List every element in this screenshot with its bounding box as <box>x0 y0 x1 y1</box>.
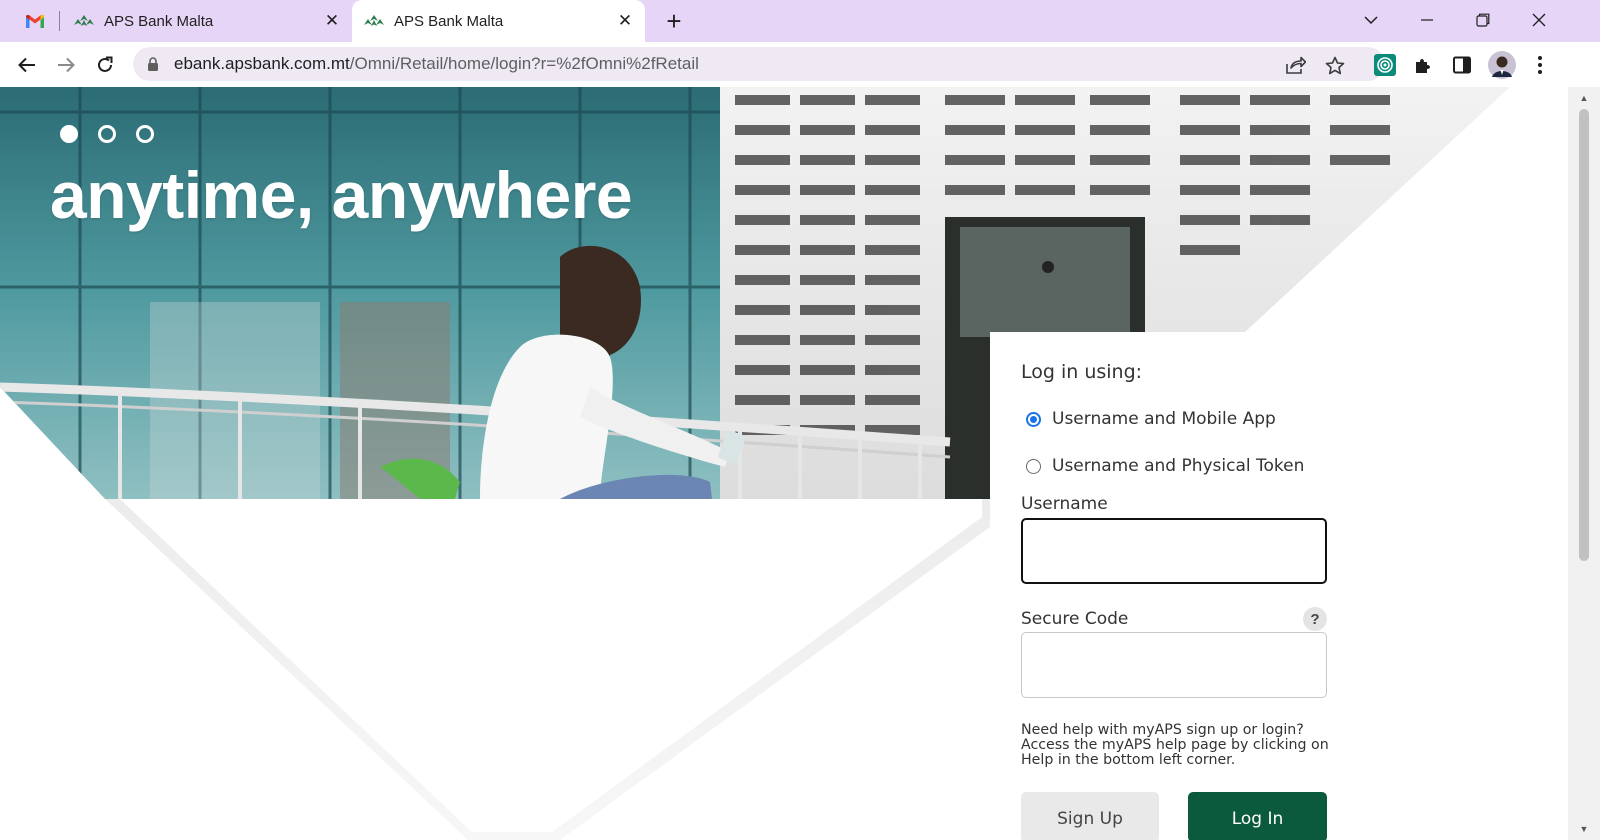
tab-aps-bank-1[interactable]: APS Bank Malta ✕ <box>62 0 352 42</box>
scroll-up-arrow-icon[interactable]: ▲ <box>1578 92 1590 104</box>
lock-icon[interactable] <box>145 55 161 73</box>
address-bar[interactable]: ebank.apsbank.com.mt/Omni/Retail/home/lo… <box>133 47 1385 81</box>
secure-code-input[interactable] <box>1021 632 1327 698</box>
page-content: anytime, anywhere Log in using: Username… <box>0 87 1568 840</box>
radio-label[interactable]: Username and Physical Token <box>1052 456 1304 476</box>
share-icon[interactable] <box>1284 53 1308 77</box>
radio-physical-token[interactable] <box>1026 458 1041 474</box>
tab-search-chevron-icon[interactable] <box>1351 3 1391 37</box>
tab-aps-bank-2[interactable]: APS Bank Malta ✕ <box>352 0 645 42</box>
bookmark-star-icon[interactable] <box>1323 53 1347 77</box>
login-option-mobile-app[interactable]: Username and Mobile App <box>1026 409 1276 429</box>
carousel-dots <box>60 125 154 143</box>
login-card: Log in using: Username and Mobile App Us… <box>990 332 1568 840</box>
radio-label[interactable]: Username and Mobile App <box>1052 409 1276 429</box>
tab-strip: APS Bank Malta ✕ APS Bank Malta ✕ + <box>0 0 1600 42</box>
login-option-physical-token[interactable]: Username and Physical Token <box>1026 456 1304 476</box>
extensions-puzzle-icon[interactable] <box>1408 49 1440 81</box>
radio-mobile-app[interactable] <box>1026 411 1041 427</box>
extension-target-icon[interactable] <box>1369 49 1401 81</box>
sign-up-button[interactable]: Sign Up <box>1021 792 1159 840</box>
username-label: Username <box>1021 494 1108 514</box>
login-card-title: Log in using: <box>1021 361 1143 383</box>
secure-code-label: Secure Code <box>1021 609 1129 629</box>
profile-avatar[interactable] <box>1486 49 1518 81</box>
restore-window-icon[interactable] <box>1463 3 1503 37</box>
forward-arrow-icon[interactable] <box>50 49 82 81</box>
reload-icon[interactable] <box>89 49 121 81</box>
carousel-dot-3[interactable] <box>136 125 154 143</box>
aps-bank-favicon-icon <box>362 9 386 33</box>
back-arrow-icon[interactable] <box>11 49 43 81</box>
carousel-dot-1[interactable] <box>60 125 78 143</box>
close-tab-icon[interactable]: ✕ <box>318 7 346 35</box>
new-tab-button[interactable]: + <box>660 6 688 36</box>
tab-title: APS Bank Malta <box>394 12 504 30</box>
side-panel-icon[interactable] <box>1446 49 1478 81</box>
browser-menu-icon[interactable] <box>1524 49 1556 81</box>
hero-tagline: anytime, anywhere <box>50 158 633 232</box>
aps-bank-favicon-icon <box>72 9 96 33</box>
tab-title: APS Bank Malta <box>104 12 214 30</box>
help-question-icon[interactable]: ? <box>1303 607 1327 631</box>
scrollbar-thumb[interactable] <box>1579 109 1589 561</box>
username-input[interactable] <box>1021 518 1327 584</box>
scroll-down-arrow-icon[interactable]: ▼ <box>1578 823 1590 835</box>
gmail-tab-icon[interactable] <box>18 8 52 34</box>
carousel-dot-2[interactable] <box>98 125 116 143</box>
close-window-icon[interactable] <box>1519 3 1559 37</box>
log-in-button[interactable]: Log In <box>1188 792 1327 840</box>
tab-separator <box>59 11 60 31</box>
browser-toolbar: ebank.apsbank.com.mt/Omni/Retail/home/lo… <box>0 42 1600 87</box>
close-tab-icon[interactable]: ✕ <box>611 7 639 35</box>
help-text: Need help with myAPS sign up or login? A… <box>1021 722 1329 768</box>
minimize-window-icon[interactable] <box>1407 3 1447 37</box>
url-text[interactable]: ebank.apsbank.com.mt/Omni/Retail/home/lo… <box>174 54 699 74</box>
page-scrollbar[interactable]: ▲ ▼ <box>1568 87 1600 840</box>
